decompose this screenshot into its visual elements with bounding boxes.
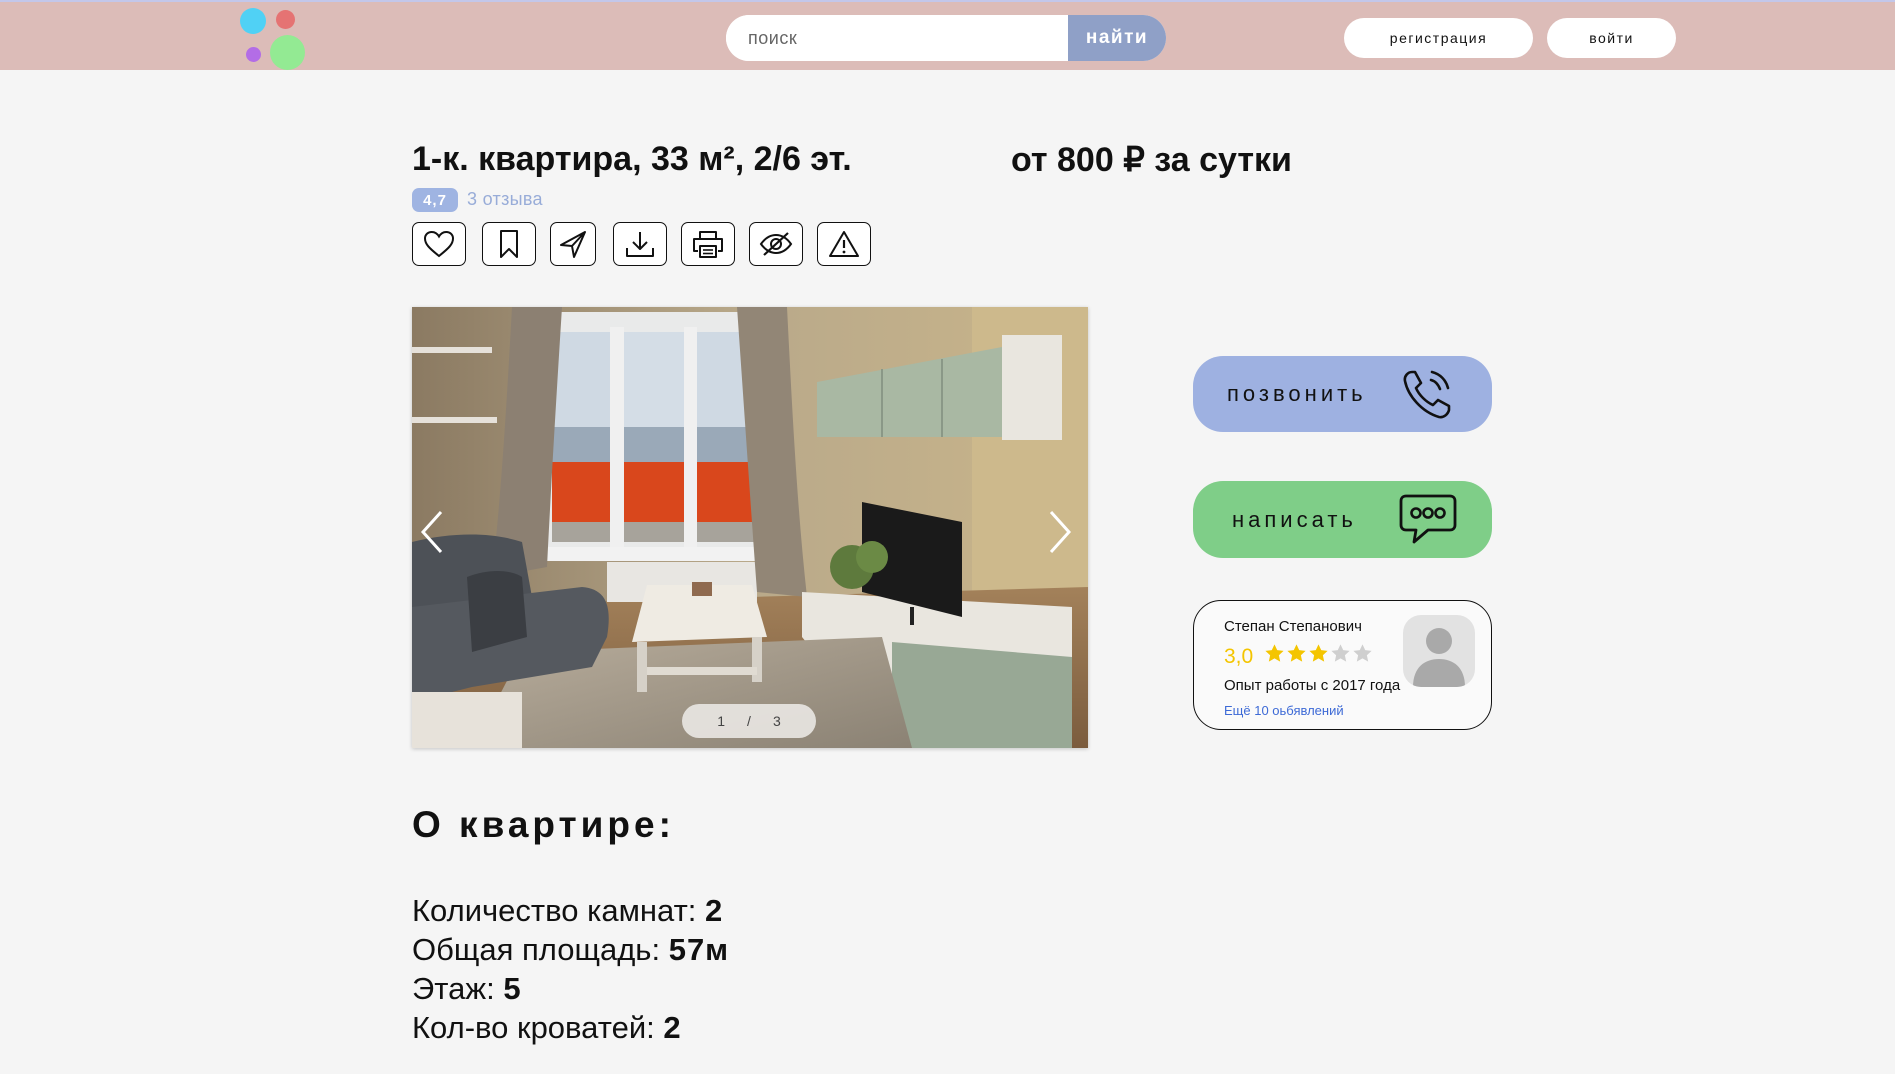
next-photo-button[interactable] xyxy=(1040,502,1080,562)
download-button[interactable] xyxy=(613,222,667,266)
feature-floor: Этаж: 5 xyxy=(412,971,522,1007)
search-box: найти xyxy=(726,15,1166,61)
reviews-link[interactable]: 3 отзыва xyxy=(467,189,543,210)
star-empty-icon xyxy=(1353,644,1372,662)
feature-area: Общая площадь: 57м xyxy=(412,932,729,968)
bookmark-button[interactable] xyxy=(482,222,536,266)
feature-value: 2 xyxy=(663,1010,682,1045)
agent-experience: Опыт работы с 2017 года xyxy=(1224,677,1401,694)
download-icon xyxy=(626,232,654,257)
search-input[interactable] xyxy=(726,15,1068,61)
register-button[interactable]: регистрация xyxy=(1344,18,1533,58)
report-icon xyxy=(829,231,859,257)
photo-counter-separator: / xyxy=(747,713,751,729)
feature-value: 2 xyxy=(705,893,724,928)
star-empty-icon xyxy=(1331,644,1350,662)
login-button-label: войти xyxy=(1589,30,1634,46)
photo-gallery[interactable]: 1 / 3 xyxy=(412,307,1088,748)
call-button-label: позвонить xyxy=(1227,381,1367,406)
photo-counter-total: 3 xyxy=(772,713,781,729)
avatar xyxy=(1403,615,1475,687)
star-filled-icon xyxy=(1309,644,1328,662)
feature-rooms: Количество камнат: 2 xyxy=(412,893,723,929)
login-button[interactable]: войти xyxy=(1547,18,1676,58)
star-filled-icon xyxy=(1287,644,1306,662)
share-icon xyxy=(560,231,586,258)
hide-icon xyxy=(759,232,793,256)
feature-label: Количество камнат: xyxy=(412,893,705,928)
print-button[interactable] xyxy=(681,222,735,266)
listing-title: 1-к. квартира, 33 м², 2/6 эт. xyxy=(412,140,852,178)
feature-label: Общая площадь: xyxy=(412,932,669,967)
chevron-left-icon xyxy=(420,510,443,554)
register-button-label: регистрация xyxy=(1389,30,1488,46)
agent-name: Степан Степанович xyxy=(1224,618,1362,635)
report-button[interactable] xyxy=(817,222,871,266)
search-button[interactable]: найти xyxy=(1068,15,1166,61)
phone-icon xyxy=(1403,370,1451,419)
chevron-right-icon xyxy=(1049,510,1072,554)
bookmark-icon xyxy=(500,230,518,258)
logo-dot-blue xyxy=(240,8,266,34)
agent-more-ads-link[interactable]: Ещё 10 оьбявлений xyxy=(1224,703,1344,718)
top-navigation-bar: найти регистрация войти xyxy=(0,0,1895,70)
share-button[interactable] xyxy=(550,222,596,266)
user-avatar-icon xyxy=(1413,628,1465,687)
site-logo[interactable] xyxy=(238,8,308,72)
about-section-title: О квартире: xyxy=(412,804,675,845)
chat-bubble-icon xyxy=(1399,494,1457,544)
feature-beds: Кол-во кроватей: 2 xyxy=(412,1010,682,1046)
feature-label: Этаж: xyxy=(412,971,504,1006)
apartment-photo xyxy=(412,307,1088,748)
logo-dot-purple xyxy=(246,47,261,62)
agent-card[interactable]: Степан Степанович 3,0 Опыт работы с 2017… xyxy=(1193,600,1492,730)
heart-icon xyxy=(423,230,455,258)
listing-price: от 800 ₽ за сутки xyxy=(1011,141,1292,179)
feature-label: Кол-во кроватей: xyxy=(412,1010,664,1045)
favorite-button[interactable] xyxy=(412,222,466,266)
logo-dot-red xyxy=(276,10,295,29)
logo-dot-green xyxy=(270,35,305,70)
agent-rating-stars xyxy=(1264,643,1373,664)
call-button[interactable]: позвонить xyxy=(1193,356,1492,432)
previous-photo-button[interactable] xyxy=(412,502,452,562)
print-icon xyxy=(693,231,723,258)
write-message-button[interactable]: написать xyxy=(1193,481,1492,558)
agent-rating-score: 3,0 xyxy=(1224,645,1254,668)
hide-button[interactable] xyxy=(749,222,803,266)
rating-badge: 4,7 xyxy=(412,188,458,212)
photo-counter: 1 / 3 xyxy=(682,704,816,738)
star-filled-icon xyxy=(1265,644,1284,662)
feature-value: 57м xyxy=(668,932,730,967)
feature-value: 5 xyxy=(503,971,522,1006)
write-button-label: написать xyxy=(1232,506,1357,532)
photo-counter-current: 1 xyxy=(717,713,726,729)
